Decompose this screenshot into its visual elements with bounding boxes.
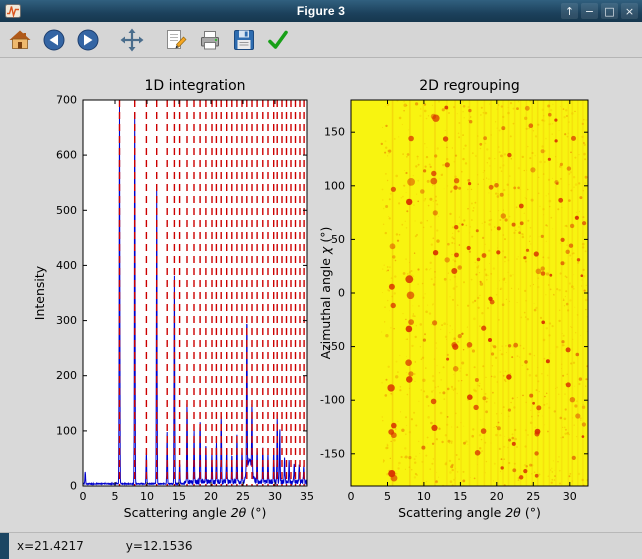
svg-text:-100: -100 <box>320 394 345 407</box>
toolbar-pan-button[interactable] <box>117 25 147 55</box>
plot2-ylabel: Azimuthal angle χ (°) <box>318 227 333 360</box>
svg-text:200: 200 <box>56 369 77 382</box>
svg-text:-150: -150 <box>320 447 345 460</box>
check-icon <box>266 28 290 52</box>
forward-icon <box>76 28 100 52</box>
plot2-xlabel: Scattering angle 2θ (°) <box>398 505 541 520</box>
statusbar: x=21.4217 y=12.1536 <box>0 532 642 559</box>
plot1-title: 1D integration <box>144 78 245 94</box>
svg-text:150: 150 <box>324 126 345 139</box>
edit-icon <box>164 28 188 52</box>
plot2-title: 2D regrouping <box>419 78 520 94</box>
toolbar-save-button[interactable] <box>229 25 259 55</box>
svg-text:0: 0 <box>70 480 77 493</box>
svg-text:20: 20 <box>204 490 218 503</box>
plot1-ylabel: Intensity <box>32 265 47 320</box>
window-shade-button[interactable]: ↑ <box>561 3 578 19</box>
toolbar-forward-button[interactable] <box>73 25 103 55</box>
matplotlib-canvas[interactable]: 0510152025303501002003004005006007001D i… <box>0 58 642 533</box>
window-title: Figure 3 <box>0 4 642 18</box>
svg-text:30: 30 <box>268 490 282 503</box>
toolbar-back-button[interactable] <box>39 25 69 55</box>
window-buttons: ↑−□× <box>561 3 638 19</box>
svg-text:600: 600 <box>56 149 77 162</box>
svg-text:100: 100 <box>324 179 345 192</box>
toolbar-customize-button[interactable] <box>263 25 293 55</box>
figure-canvas[interactable]: 0510152025303501002003004005006007001D i… <box>0 58 642 533</box>
svg-text:0: 0 <box>80 490 87 503</box>
svg-text:15: 15 <box>453 490 467 503</box>
svg-text:10: 10 <box>140 490 154 503</box>
toolbar-edit-button[interactable] <box>161 25 191 55</box>
svg-text:25: 25 <box>526 490 540 503</box>
toolbar-home-button[interactable] <box>5 25 35 55</box>
svg-text:300: 300 <box>56 314 77 327</box>
svg-text:0: 0 <box>338 287 345 300</box>
svg-text:0: 0 <box>348 490 355 503</box>
plot-2d-regrouping[interactable]: 051015202530-150-100-500501001502D regro… <box>318 78 589 520</box>
back-icon <box>42 28 66 52</box>
print-icon <box>198 28 222 52</box>
pan-icon <box>120 28 144 52</box>
window-minimize-button[interactable]: − <box>581 3 598 19</box>
statusbar-grip <box>0 533 9 559</box>
figure-window: Figure 3 ↑−□× 05101520253035010020030040… <box>0 0 642 559</box>
toolbar-print-button[interactable] <box>195 25 225 55</box>
cursor-y-readout: y=12.1536 <box>126 539 193 553</box>
svg-text:20: 20 <box>490 490 504 503</box>
svg-text:50: 50 <box>331 233 345 246</box>
svg-text:500: 500 <box>56 204 77 217</box>
svg-text:400: 400 <box>56 259 77 272</box>
svg-text:100: 100 <box>56 424 77 437</box>
home-icon <box>8 28 32 52</box>
save-icon <box>232 28 256 52</box>
plot1-xlabel: Scattering angle 2θ (°) <box>124 505 267 520</box>
svg-text:5: 5 <box>384 490 391 503</box>
window-maximize-button[interactable]: □ <box>601 3 618 19</box>
navigation-toolbar <box>0 22 642 58</box>
window-icon <box>5 3 21 19</box>
titlebar[interactable]: Figure 3 ↑−□× <box>0 0 642 22</box>
svg-text:5: 5 <box>112 490 119 503</box>
svg-text:35: 35 <box>300 490 314 503</box>
svg-text:15: 15 <box>172 490 186 503</box>
cursor-x-readout: x=21.4217 <box>17 539 84 553</box>
window-close-button[interactable]: × <box>621 3 638 19</box>
svg-text:25: 25 <box>236 490 250 503</box>
svg-text:700: 700 <box>56 94 77 107</box>
plot-1d-integration[interactable]: 0 5 10 15 20 25 30 35 0 100 200 300 400 500 600 700 1D i… <box>32 78 314 520</box>
svg-text:30: 30 <box>563 490 577 503</box>
svg-text:10: 10 <box>417 490 431 503</box>
